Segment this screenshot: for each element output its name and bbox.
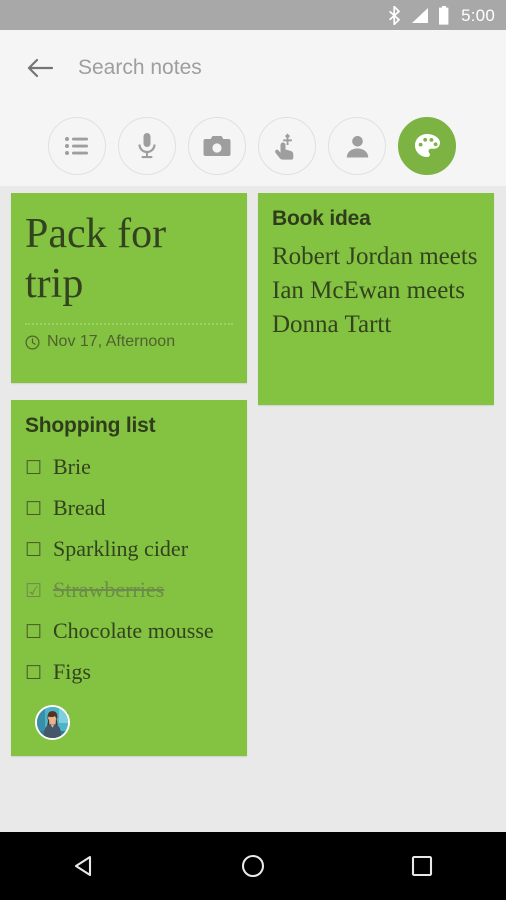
- checklist-item[interactable]: ☑ Strawberries: [25, 570, 233, 611]
- search-bar: Search notes: [0, 30, 506, 106]
- battery-icon: [439, 5, 449, 25]
- shared-chip[interactable]: [328, 117, 386, 175]
- note-title: Shopping list: [25, 414, 156, 437]
- checklist-item-label: Sparkling cider: [53, 536, 189, 561]
- hand-draw-icon: [275, 133, 294, 160]
- microphone-icon: [138, 133, 156, 159]
- checkbox-unchecked-icon[interactable]: ☐: [25, 449, 42, 488]
- status-time: 5:00: [461, 5, 495, 25]
- checklist-item[interactable]: ☐ Chocolate mousse: [25, 611, 233, 652]
- checklist-item[interactable]: ☐ Bread: [25, 488, 233, 529]
- note-divider: [25, 323, 233, 325]
- note-title: Pack for trip: [25, 211, 167, 307]
- collaborator-avatar: [35, 705, 70, 740]
- checkbox-unchecked-icon[interactable]: ☐: [25, 490, 42, 529]
- checklist-item-label: Strawberries: [53, 577, 165, 602]
- status-icons: 5:00: [388, 5, 506, 25]
- color-chip[interactable]: [398, 117, 456, 175]
- checklist-item-label: Figs: [53, 659, 91, 684]
- camera-icon: [203, 135, 231, 156]
- android-navigation-bar: [0, 832, 506, 900]
- checklist-item[interactable]: ☐ Figs: [25, 652, 233, 693]
- note-card-book-idea[interactable]: Book idea Robert Jordan meets Ian McEwan…: [258, 193, 494, 405]
- list-chip[interactable]: [48, 117, 106, 175]
- home-circle-icon: [241, 854, 265, 878]
- reminder-text: Nov 17, Afternoon: [47, 333, 176, 350]
- palette-icon: [415, 134, 440, 157]
- checkbox-unchecked-icon[interactable]: ☐: [25, 654, 42, 693]
- checklist-item[interactable]: ☐ Sparkling cider: [25, 529, 233, 570]
- phone-screen: 5:00 Search notes Pack for trip Nov 17, …: [0, 0, 506, 900]
- back-arrow-icon: [27, 58, 53, 78]
- note-title: Book idea: [272, 207, 371, 230]
- search-filter-chips: [0, 106, 506, 186]
- checkbox-unchecked-icon[interactable]: ☐: [25, 531, 42, 570]
- signal-icon: [412, 7, 429, 23]
- audio-chip[interactable]: [118, 117, 176, 175]
- drawing-chip[interactable]: [258, 117, 316, 175]
- back-button[interactable]: [14, 42, 66, 94]
- status-bar: 5:00: [0, 0, 506, 30]
- checklist-item[interactable]: ☐ Brie: [25, 447, 233, 488]
- avatar-image: [37, 707, 68, 738]
- checkbox-unchecked-icon[interactable]: ☐: [25, 613, 42, 652]
- clock-icon: [25, 334, 40, 350]
- reminder-chip[interactable]: Nov 17, Afternoon: [25, 333, 233, 351]
- bluetooth-icon: [389, 5, 400, 25]
- checklist-item-label: Bread: [53, 495, 106, 520]
- nav-back-button[interactable]: [48, 832, 120, 900]
- note-card-pack-for-trip[interactable]: Pack for trip Nov 17, Afternoon: [11, 193, 247, 383]
- note-body: Robert Jordan meets Ian McEwan meets Don…: [272, 243, 478, 338]
- back-triangle-icon: [75, 855, 92, 877]
- checklist-item-label: Chocolate mousse: [53, 618, 214, 643]
- list-icon: [65, 137, 88, 155]
- nav-home-button[interactable]: [217, 832, 289, 900]
- checklist: ☐ Brie ☐ Bread ☐ Sparkling cider ☑ Strawberries…: [25, 447, 233, 693]
- checkbox-checked-icon[interactable]: ☑: [25, 572, 42, 611]
- note-card-shopping-list[interactable]: Shopping list ☐ Brie ☐ Bread ☐ Sparkling cide…: [11, 400, 247, 756]
- image-chip[interactable]: [188, 117, 246, 175]
- recents-square-icon: [411, 855, 432, 877]
- checklist-item-label: Brie: [53, 454, 91, 479]
- person-icon: [346, 135, 368, 157]
- notes-grid: Pack for trip Nov 17, Afternoon Book ide…: [0, 186, 506, 832]
- search-input[interactable]: Search notes: [78, 56, 202, 80]
- nav-recents-button[interactable]: [386, 832, 458, 900]
